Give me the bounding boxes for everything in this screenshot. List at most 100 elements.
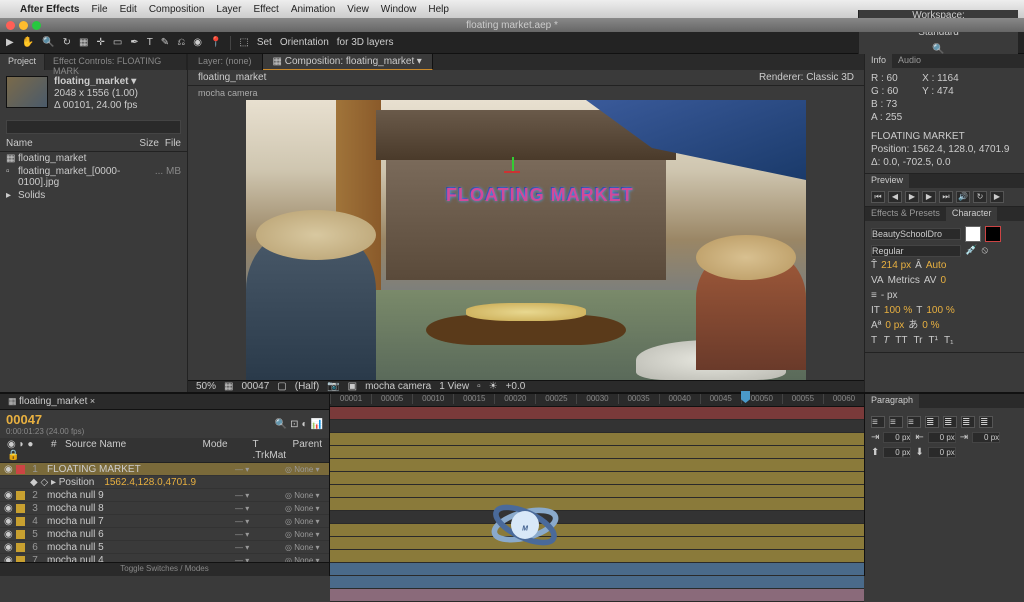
menu-layer[interactable]: Layer bbox=[216, 4, 241, 15]
tracking-value[interactable]: 0 bbox=[940, 274, 946, 287]
local-axis-icon[interactable]: ⬚ bbox=[239, 37, 248, 48]
menu-help[interactable]: Help bbox=[428, 4, 449, 15]
first-frame-icon[interactable]: ⏮ bbox=[871, 191, 885, 203]
col-name[interactable]: Name bbox=[6, 138, 139, 149]
pen-tool-icon[interactable]: ✒ bbox=[130, 37, 138, 48]
timeline-tab[interactable]: ▦ floating_market × bbox=[0, 394, 329, 410]
tab-layer[interactable]: Layer: (none) bbox=[188, 54, 263, 70]
track-bar[interactable] bbox=[330, 576, 864, 589]
menu-file[interactable]: File bbox=[91, 4, 107, 15]
track-bar[interactable] bbox=[330, 498, 864, 511]
project-search-input[interactable] bbox=[6, 120, 181, 134]
justify-all-icon[interactable]: ≣ bbox=[979, 416, 993, 428]
rotate-tool-icon[interactable]: ↻ bbox=[63, 37, 71, 48]
brush-tool-icon[interactable]: ✎ bbox=[161, 37, 169, 48]
layer-property[interactable]: ◆ ◇ ▸ Position1562.4,128.0,4701.9 bbox=[0, 476, 329, 489]
col-file[interactable]: File bbox=[165, 138, 181, 149]
align-left-icon[interactable]: ≡ bbox=[871, 416, 885, 428]
zoom-select[interactable]: 50% bbox=[196, 381, 216, 392]
project-item[interactable]: ▫floating_market_[0000-0100].jpg... MB bbox=[6, 165, 181, 189]
active-camera[interactable]: mocha camera bbox=[365, 381, 431, 392]
tab-info[interactable]: Info bbox=[865, 54, 892, 68]
next-frame-icon[interactable]: ▶ bbox=[922, 191, 936, 203]
font-size[interactable]: 214 px bbox=[881, 259, 911, 272]
transform-gizmo-icon[interactable] bbox=[506, 165, 520, 179]
toggle-switches[interactable]: Toggle Switches / Modes bbox=[0, 562, 329, 576]
hand-tool-icon[interactable]: ✋ bbox=[22, 37, 34, 48]
tab-composition[interactable]: ▦ Composition: floating_market ▾ bbox=[263, 54, 433, 70]
renderer-label[interactable]: Renderer: Classic 3D bbox=[759, 72, 854, 83]
app-name[interactable]: After Effects bbox=[20, 4, 79, 15]
stroke-swatch[interactable] bbox=[985, 226, 1001, 242]
eyedropper-icon[interactable]: 💉 bbox=[965, 244, 977, 257]
space-before[interactable] bbox=[883, 447, 911, 458]
track-bar[interactable] bbox=[330, 537, 864, 550]
justify-left-icon[interactable]: ≣ bbox=[925, 416, 939, 428]
tab-project[interactable]: Project bbox=[0, 54, 45, 70]
breadcrumb[interactable]: floating_market bbox=[198, 72, 266, 83]
exposure-icon[interactable]: ☀ bbox=[489, 381, 498, 392]
track-bar[interactable] bbox=[330, 524, 864, 537]
last-frame-icon[interactable]: ⏭ bbox=[939, 191, 953, 203]
layer-row[interactable]: ◉6mocha null 5— ▾◎ None ▾ bbox=[0, 541, 329, 554]
exposure-value[interactable]: +0.0 bbox=[506, 381, 526, 392]
font-family-select[interactable] bbox=[871, 228, 961, 240]
menu-window[interactable]: Window bbox=[381, 4, 417, 15]
track-bar[interactable] bbox=[330, 511, 864, 524]
stroke-width[interactable]: - px bbox=[881, 289, 898, 302]
timeline-tracks[interactable] bbox=[330, 407, 864, 602]
track-bar[interactable] bbox=[330, 420, 864, 433]
3d-text-layer[interactable]: FLOATING MARKET bbox=[446, 185, 634, 206]
col-size[interactable]: Size bbox=[139, 138, 158, 149]
shape-tool-icon[interactable]: ▭ bbox=[113, 37, 122, 48]
puppet-tool-icon[interactable]: 📍 bbox=[210, 37, 222, 48]
justify-right-icon[interactable]: ≣ bbox=[961, 416, 975, 428]
tab-paragraph[interactable]: Paragraph bbox=[865, 394, 919, 408]
project-item[interactable]: ▦floating_market bbox=[6, 152, 181, 165]
time-ruler[interactable]: 0000100005000100001500020000250003000035… bbox=[330, 394, 864, 407]
align-center-icon[interactable]: ≡ bbox=[889, 416, 903, 428]
track-bar[interactable] bbox=[330, 407, 864, 420]
indent-right[interactable] bbox=[972, 432, 1000, 443]
toggle-icon[interactable]: ▣ bbox=[348, 381, 357, 392]
tab-preview[interactable]: Preview bbox=[865, 174, 909, 188]
search-icon[interactable]: 🔍 bbox=[275, 419, 287, 430]
layer-row[interactable]: ◉4mocha null 7— ▾◎ None ▾ bbox=[0, 515, 329, 528]
layer-row[interactable]: ◉7mocha null 4— ▾◎ None ▾ bbox=[0, 554, 329, 562]
menu-effect[interactable]: Effect bbox=[253, 4, 278, 15]
camera-tool-icon[interactable]: ▦ bbox=[79, 37, 88, 48]
stamp-tool-icon[interactable]: ⎌ bbox=[177, 37, 185, 48]
tab-audio[interactable]: Audio bbox=[892, 54, 927, 68]
comp-viewport[interactable]: FLOATING MARKET bbox=[188, 100, 864, 380]
tab-effects-presets[interactable]: Effects & Presets bbox=[865, 207, 946, 221]
layer-row[interactable]: ◉2mocha null 9— ▾◎ None ▾ bbox=[0, 489, 329, 502]
italic-icon[interactable]: T bbox=[883, 334, 889, 347]
resolution-select[interactable]: (Half) bbox=[295, 381, 319, 392]
orientation-label[interactable]: Orientation bbox=[280, 37, 329, 48]
track-bar[interactable] bbox=[330, 472, 864, 485]
menu-composition[interactable]: Composition bbox=[149, 4, 205, 15]
grid-icon[interactable]: ▢ bbox=[277, 381, 286, 392]
track-bar[interactable] bbox=[330, 550, 864, 563]
views-select[interactable]: 1 View bbox=[439, 381, 469, 392]
play-icon[interactable]: ▶ bbox=[905, 191, 919, 203]
prev-frame-icon[interactable]: ◀ bbox=[888, 191, 902, 203]
indent-first[interactable] bbox=[928, 432, 956, 443]
track-bar[interactable] bbox=[330, 459, 864, 472]
bold-icon[interactable]: T bbox=[871, 334, 877, 347]
menu-view[interactable]: View bbox=[347, 4, 369, 15]
shy-icon[interactable]: ⊡ bbox=[290, 419, 298, 430]
selection-tool-icon[interactable]: ▶ bbox=[6, 37, 14, 48]
timecode[interactable]: 00047 bbox=[6, 412, 84, 427]
tab-character[interactable]: Character bbox=[946, 207, 998, 221]
track-bar[interactable] bbox=[330, 485, 864, 498]
space-after[interactable] bbox=[928, 447, 956, 458]
kerning-value[interactable]: Metrics bbox=[888, 274, 920, 287]
zoom-tool-icon[interactable]: 🔍 bbox=[42, 37, 54, 48]
indent-left[interactable] bbox=[883, 432, 911, 443]
resolution-icon[interactable]: ▦ bbox=[224, 381, 233, 392]
text-tool-icon[interactable]: T bbox=[147, 37, 153, 48]
font-style-select[interactable] bbox=[871, 245, 961, 257]
track-bar[interactable] bbox=[330, 563, 864, 576]
close-icon[interactable] bbox=[6, 21, 15, 30]
